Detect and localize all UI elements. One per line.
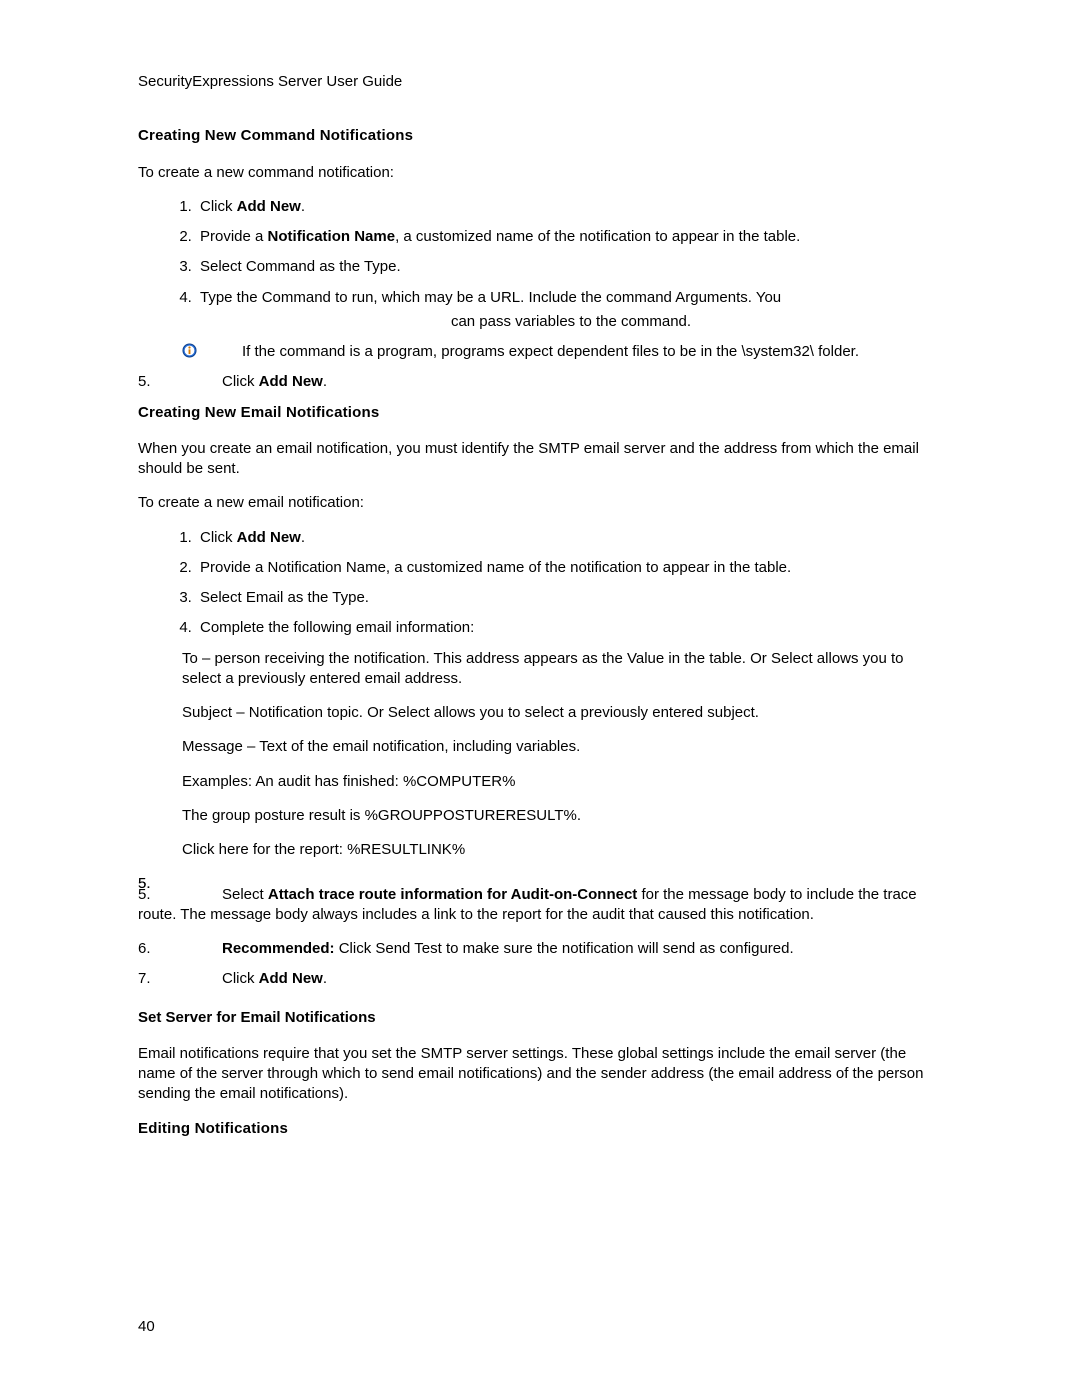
step-7-email: 7. Click Add New.: [138, 969, 942, 989]
email-steps-list: Click Add New. Provide a Notification Na…: [138, 528, 942, 639]
page-number: 40: [138, 1317, 155, 1337]
step-6-email: 6. Recommended: Click Send Test to make …: [138, 939, 942, 959]
email-field-message: Message – Text of the email notification…: [182, 737, 942, 757]
email-intro-1: When you create an email notification, y…: [138, 439, 942, 480]
heading-creating-email-notifications: Creating New Email Notifications: [138, 403, 942, 423]
list-item: Complete the following email information…: [196, 618, 942, 638]
heading-set-server: Set Server for Email Notifications: [138, 1008, 942, 1028]
list-item: Type the Command to run, which may be a …: [196, 288, 942, 333]
list-item: Select Email as the Type.: [196, 588, 942, 608]
document-page: SecurityExpressions Server User Guide Cr…: [0, 0, 1080, 1397]
list-item: Provide a Notification Name, a customize…: [196, 227, 942, 247]
heading-creating-command-notifications: Creating New Command Notifications: [138, 126, 942, 146]
intro-command: To create a new command notification:: [138, 163, 942, 183]
email-example-3: Click here for the report: %RESULTLINK%: [182, 840, 942, 860]
heading-editing-notifications: Editing Notifications: [138, 1119, 942, 1139]
email-example-1: Examples: An audit has finished: %COMPUT…: [182, 772, 942, 792]
email-field-subject: Subject – Notification topic. Or Select …: [182, 703, 942, 723]
list-item: Click Add New.: [196, 197, 942, 217]
info-icon: [182, 343, 197, 364]
email-field-to: To – person receiving the notification. …: [182, 649, 942, 690]
step-5-email-full: 5.Select Attach trace route information …: [138, 885, 942, 926]
email-example-2: The group posture result is %GROUPPOSTUR…: [182, 806, 942, 826]
step-5-command: 5. Click Add New.: [138, 372, 942, 392]
set-server-text: Email notifications require that you set…: [138, 1044, 942, 1105]
command-steps-list: Click Add New. Provide a Notification Na…: [138, 197, 942, 332]
list-item: Click Add New.: [196, 528, 942, 548]
note-block: If the command is a program, programs ex…: [138, 342, 942, 362]
running-header: SecurityExpressions Server User Guide: [138, 72, 942, 92]
list-item: Select Command as the Type.: [196, 257, 942, 277]
list-item: Provide a Notification Name, a customize…: [196, 558, 942, 578]
note-text: If the command is a program, programs ex…: [242, 342, 942, 362]
email-intro-2: To create a new email notification:: [138, 493, 942, 513]
